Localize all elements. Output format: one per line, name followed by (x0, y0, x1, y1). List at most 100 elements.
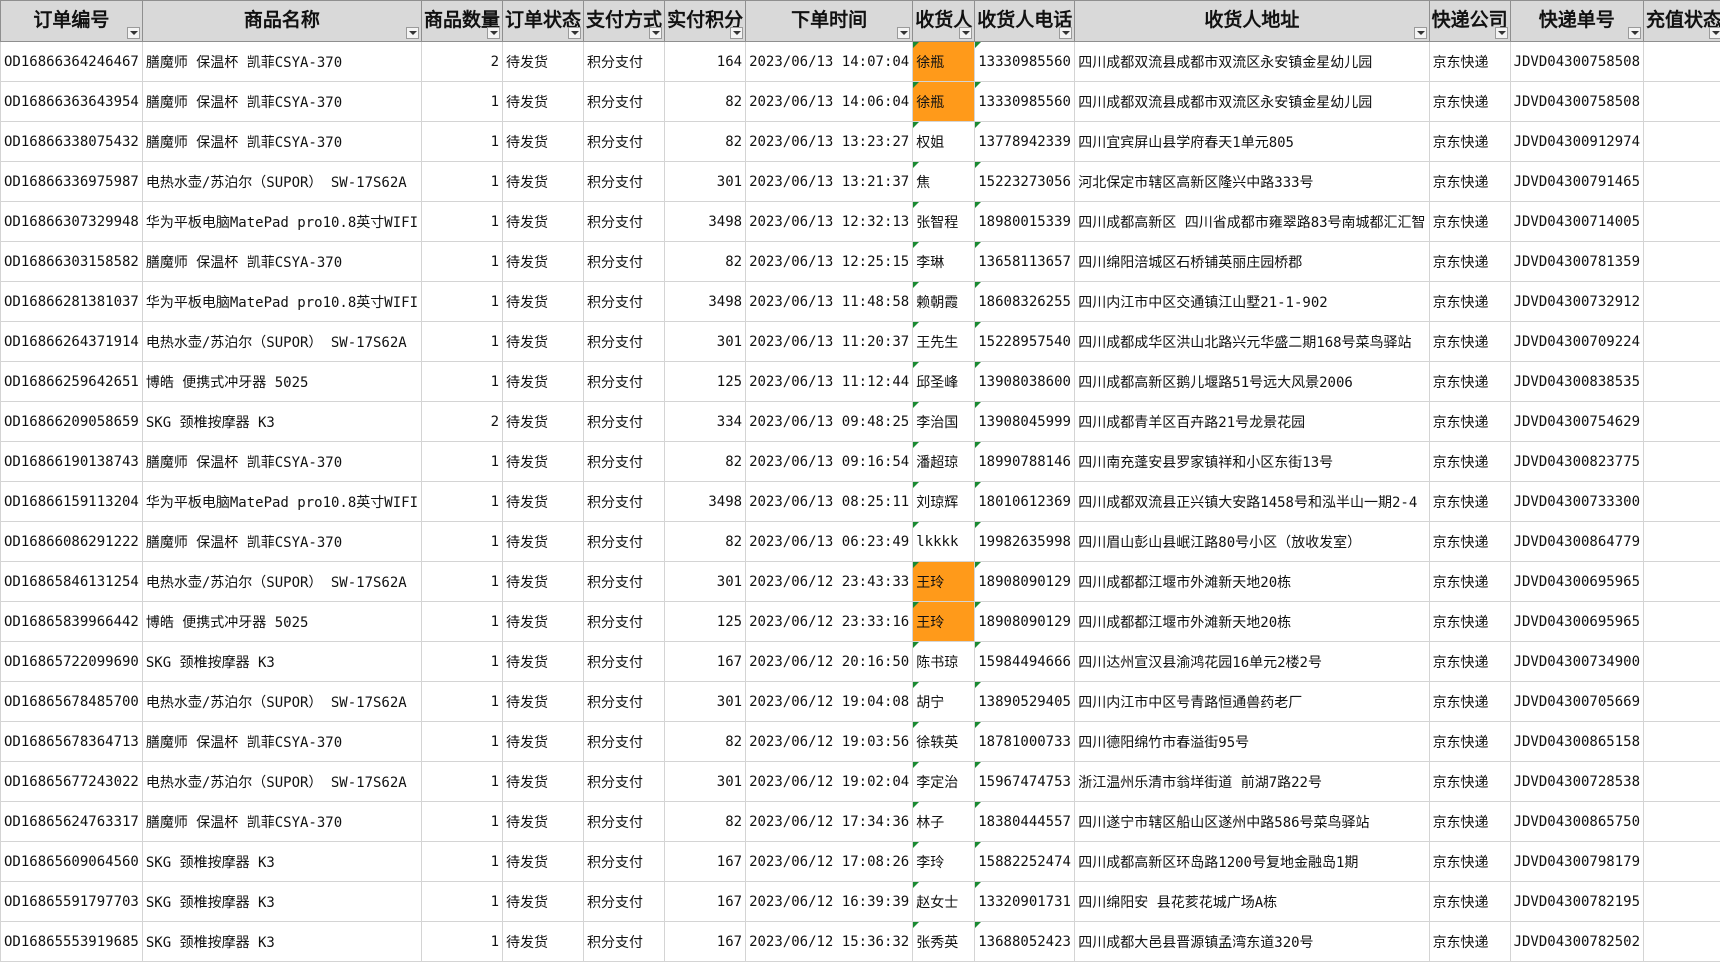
payment-method-cell[interactable]: 积分支付 (584, 682, 665, 722)
tracking-number-cell[interactable]: JDVD04300798179 (1510, 842, 1643, 882)
points-paid-cell[interactable]: 167 (665, 922, 746, 962)
quantity-cell[interactable]: 1 (422, 362, 503, 402)
recipient-cell[interactable]: 王玲 (913, 562, 975, 602)
tracking-number-cell[interactable]: JDVD04300733300 (1510, 482, 1643, 522)
recharge-status-cell[interactable] (1644, 802, 1720, 842)
recipient-cell[interactable]: 李玲 (913, 842, 975, 882)
order-time-cell[interactable]: 2023/06/13 09:16:54 (746, 442, 913, 482)
order-time-cell[interactable]: 2023/06/12 19:03:56 (746, 722, 913, 762)
table-row[interactable]: OD16865624763317膳魔师 保温杯 凯菲CSYA-3701待发货积分… (1, 802, 1720, 842)
points-paid-cell[interactable]: 301 (665, 162, 746, 202)
recipient-address-cell[interactable]: 四川德阳绵竹市春溢街95号 (1075, 722, 1429, 762)
recipient-phone-cell[interactable]: 18908090129 (975, 602, 1075, 642)
table-row[interactable]: OD16866264371914电热水壶/苏泊尔（SUPOR） SW-17S62… (1, 322, 1720, 362)
points-paid-cell[interactable]: 3498 (665, 282, 746, 322)
recipient-phone-cell[interactable]: 13658113657 (975, 242, 1075, 282)
table-row[interactable]: OD16866086291222膳魔师 保温杯 凯菲CSYA-3701待发货积分… (1, 522, 1720, 562)
recipient-address-cell[interactable]: 河北保定市辖区高新区隆兴中路333号 (1075, 162, 1429, 202)
recipient-address-cell[interactable]: 四川成都高新区 四川省成都市雍翠路83号南城都汇汇智 (1075, 202, 1429, 242)
recipient-cell[interactable]: 徐轶英 (913, 722, 975, 762)
points-paid-cell[interactable]: 301 (665, 562, 746, 602)
points-paid-cell[interactable]: 82 (665, 82, 746, 122)
recipient-cell[interactable]: 刘琼辉 (913, 482, 975, 522)
filter-dropdown-icon[interactable] (487, 27, 500, 39)
order-id-cell[interactable]: OD16866159113204 (1, 482, 143, 522)
recipient-cell[interactable]: 潘超琼 (913, 442, 975, 482)
recipient-address-cell[interactable]: 四川南充蓬安县罗家镇祥和小区东街13号 (1075, 442, 1429, 482)
payment-method-cell[interactable]: 积分支付 (584, 722, 665, 762)
recipient-address-cell[interactable]: 四川成都大邑县晋源镇孟湾东道320号 (1075, 922, 1429, 962)
recipient-phone-cell[interactable]: 15228957540 (975, 322, 1075, 362)
order-status-cell[interactable]: 待发货 (503, 562, 584, 602)
order-status-cell[interactable]: 待发货 (503, 482, 584, 522)
product-name-cell[interactable]: SKG 颈椎按摩器 K3 (142, 842, 421, 882)
order-time-cell[interactable]: 2023/06/13 14:06:04 (746, 82, 913, 122)
tracking-number-cell[interactable]: JDVD04300734900 (1510, 642, 1643, 682)
tracking-number-cell[interactable]: JDVD04300695965 (1510, 602, 1643, 642)
order-time-cell[interactable]: 2023/06/12 19:02:04 (746, 762, 913, 802)
recharge-status-cell[interactable] (1644, 522, 1720, 562)
product-name-cell[interactable]: 电热水壶/苏泊尔（SUPOR） SW-17S62A (142, 322, 421, 362)
order-id-cell[interactable]: OD16865624763317 (1, 802, 143, 842)
product-name-cell[interactable]: 电热水壶/苏泊尔（SUPOR） SW-17S62A (142, 562, 421, 602)
table-row[interactable]: OD16866259642651博皓 便携式冲牙器 50251待发货积分支付12… (1, 362, 1720, 402)
order-time-cell[interactable]: 2023/06/13 12:32:13 (746, 202, 913, 242)
quantity-cell[interactable]: 1 (422, 682, 503, 722)
table-row[interactable]: OD16866363643954膳魔师 保温杯 凯菲CSYA-3701待发货积分… (1, 82, 1720, 122)
order-status-cell[interactable]: 待发货 (503, 82, 584, 122)
tracking-number-cell[interactable]: JDVD04300732912 (1510, 282, 1643, 322)
table-row[interactable]: OD16865553919685SKG 颈椎按摩器 K31待发货积分支付1672… (1, 922, 1720, 962)
payment-method-cell[interactable]: 积分支付 (584, 842, 665, 882)
courier-cell[interactable]: 京东快递 (1429, 42, 1510, 82)
recipient-phone-cell[interactable]: 18380444557 (975, 802, 1075, 842)
product-name-cell[interactable]: 膳魔师 保温杯 凯菲CSYA-370 (142, 802, 421, 842)
quantity-cell[interactable]: 2 (422, 402, 503, 442)
points-paid-cell[interactable]: 82 (665, 522, 746, 562)
courier-cell[interactable]: 京东快递 (1429, 682, 1510, 722)
tracking-number-cell[interactable]: JDVD04300865158 (1510, 722, 1643, 762)
recipient-cell[interactable]: 林子 (913, 802, 975, 842)
order-time-cell[interactable]: 2023/06/13 11:48:58 (746, 282, 913, 322)
tracking-number-cell[interactable]: JDVD04300714005 (1510, 202, 1643, 242)
points-paid-cell[interactable]: 82 (665, 722, 746, 762)
filter-dropdown-icon[interactable] (649, 27, 662, 39)
order-time-cell[interactable]: 2023/06/13 11:20:37 (746, 322, 913, 362)
recipient-address-cell[interactable]: 四川宜宾屏山县学府春天1单元805 (1075, 122, 1429, 162)
courier-cell[interactable]: 京东快递 (1429, 162, 1510, 202)
order-status-cell[interactable]: 待发货 (503, 922, 584, 962)
recharge-status-cell[interactable] (1644, 642, 1720, 682)
column-header-recipient[interactable]: 收货人 (913, 1, 975, 42)
recipient-address-cell[interactable]: 四川眉山彭山县岷江路80号小区（放收发室） (1075, 522, 1429, 562)
payment-method-cell[interactable]: 积分支付 (584, 642, 665, 682)
courier-cell[interactable]: 京东快递 (1429, 722, 1510, 762)
recharge-status-cell[interactable] (1644, 922, 1720, 962)
payment-method-cell[interactable]: 积分支付 (584, 82, 665, 122)
order-status-cell[interactable]: 待发货 (503, 682, 584, 722)
tracking-number-cell[interactable]: JDVD04300781359 (1510, 242, 1643, 282)
recipient-phone-cell[interactable]: 18908090129 (975, 562, 1075, 602)
table-row[interactable]: OD16866281381037华为平板电脑MatePad pro10.8英寸W… (1, 282, 1720, 322)
points-paid-cell[interactable]: 301 (665, 682, 746, 722)
courier-cell[interactable]: 京东快递 (1429, 842, 1510, 882)
order-id-cell[interactable]: OD16865722099690 (1, 642, 143, 682)
tracking-number-cell[interactable]: JDVD04300758508 (1510, 42, 1643, 82)
recipient-address-cell[interactable]: 四川内江市中区交通镇江山墅21-1-902 (1075, 282, 1429, 322)
recharge-status-cell[interactable] (1644, 282, 1720, 322)
tracking-number-cell[interactable]: JDVD04300823775 (1510, 442, 1643, 482)
recipient-address-cell[interactable]: 四川成都高新区鹅儿堰路51号远大风景2006 (1075, 362, 1429, 402)
quantity-cell[interactable]: 1 (422, 802, 503, 842)
payment-method-cell[interactable]: 积分支付 (584, 282, 665, 322)
column-header-order-status[interactable]: 订单状态 (503, 1, 584, 42)
filter-dropdown-icon[interactable] (959, 27, 972, 39)
payment-method-cell[interactable]: 积分支付 (584, 42, 665, 82)
payment-method-cell[interactable]: 积分支付 (584, 562, 665, 602)
courier-cell[interactable]: 京东快递 (1429, 442, 1510, 482)
table-row[interactable]: OD16866338075432膳魔师 保温杯 凯菲CSYA-3701待发货积分… (1, 122, 1720, 162)
tracking-number-cell[interactable]: JDVD04300864779 (1510, 522, 1643, 562)
table-row[interactable]: OD16866159113204华为平板电脑MatePad pro10.8英寸W… (1, 482, 1720, 522)
recipient-address-cell[interactable]: 四川成都成华区洪山北路兴元华盛二期168号菜鸟驿站 (1075, 322, 1429, 362)
recipient-phone-cell[interactable]: 15984494666 (975, 642, 1075, 682)
order-status-cell[interactable]: 待发货 (503, 602, 584, 642)
recipient-address-cell[interactable]: 四川达州宣汉县渝鸿花园16单元2楼2号 (1075, 642, 1429, 682)
courier-cell[interactable]: 京东快递 (1429, 882, 1510, 922)
